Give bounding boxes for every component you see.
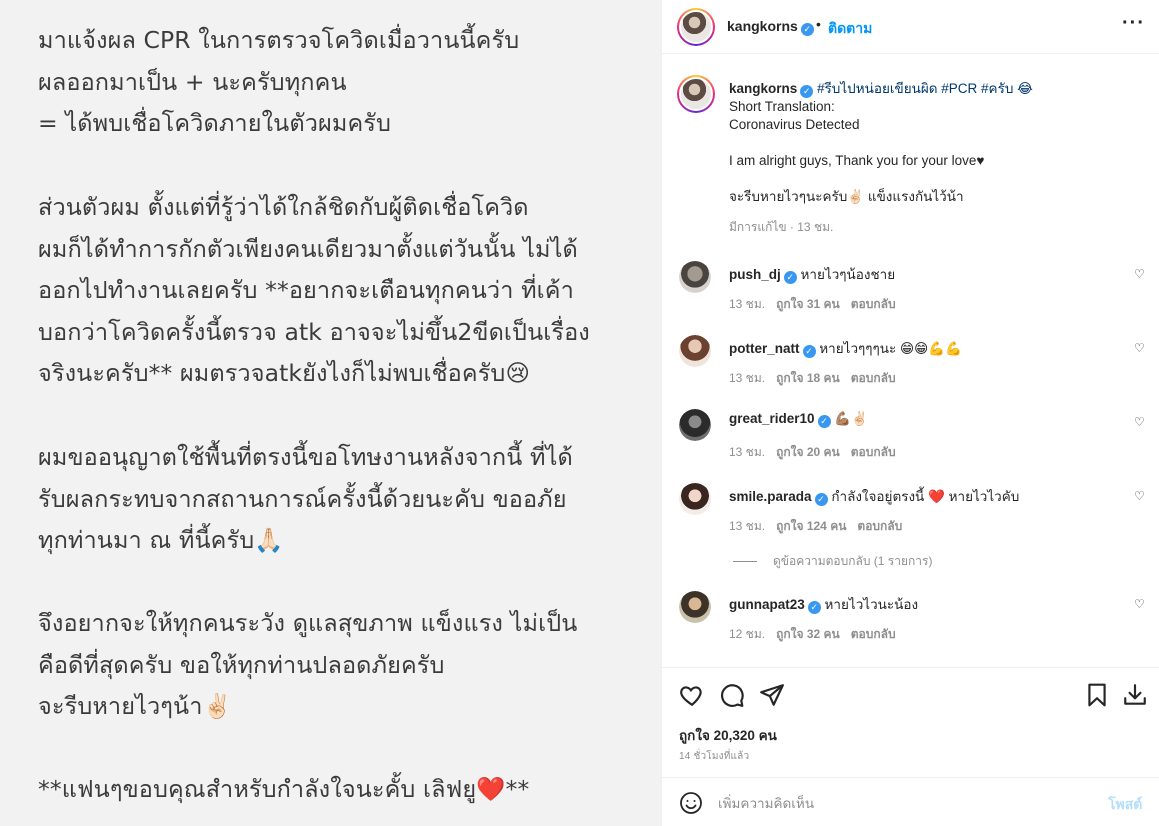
caption: kangkorns ✓ #รีบไปหน่อยเขียนผิด #PCR #ครั…	[729, 80, 1139, 236]
comment-text: หายไวไวนะน้อง	[824, 597, 919, 612]
save-icon[interactable]	[1084, 682, 1110, 708]
post-text-line: = ได้พบเชื่อโควิดภายในตัวผมครับ	[38, 109, 392, 137]
comment-text: หายไวๆน้องชาย	[800, 267, 896, 282]
heart-icon[interactable]	[679, 682, 705, 708]
comment-like-heart-icon[interactable]: ♡	[1134, 267, 1145, 281]
verified-badge-icon: ✓	[800, 84, 814, 98]
post-text-line: จะรีบหายไวๆน้า✌🏻	[38, 692, 232, 720]
emoji-icon[interactable]	[679, 791, 703, 815]
comment-item: push_dj ✓ หายไวๆน้องชาย 13 ชม. ถูกใจ 31 คน…	[662, 261, 1159, 321]
comment-item: great_rider10 ✓ 💪🏽✌🏻 13 ชม. ถูกใจ 20 คน ตอบ…	[662, 409, 1159, 469]
comment-like-heart-icon[interactable]: ♡	[1134, 341, 1145, 355]
comment-time[interactable]: 13 ชม.	[729, 519, 765, 533]
post-text-line: ผลออกมาเป็น + นะครับทุกคน	[38, 67, 347, 96]
comment-icon[interactable]	[719, 682, 745, 708]
verified-badge-icon: ✓	[783, 271, 797, 284]
add-comment-bar: โพสต์	[662, 777, 1159, 826]
comment-text: หายไวๆๆๆนะ 😁😁💪💪	[819, 341, 962, 356]
comment-like-heart-icon[interactable]: ♡	[1134, 489, 1145, 503]
separator-dot: •	[816, 16, 821, 32]
post-comment-button[interactable]: โพสต์	[1108, 794, 1142, 816]
post-text-line: คือดีที่สุดครับ ขอให้ทุกท่านปลอดภัยครับ	[38, 650, 445, 679]
reply-button[interactable]: ตอบกลับ	[851, 445, 896, 459]
verified-badge-icon: ✓	[817, 415, 831, 428]
commenter-avatar[interactable]	[679, 591, 711, 623]
replies-dash	[733, 561, 757, 563]
likes-count[interactable]: ถูกใจ 20,320 คน	[679, 724, 777, 746]
comment-like-heart-icon[interactable]: ♡	[1134, 597, 1145, 611]
post-paragraph-2: ส่วนตัวผม ตั้งแต่ที่รู้ว่าได้ใกล้ชิดกับผ…	[38, 187, 638, 395]
commenter-username[interactable]: smile.parada	[729, 489, 812, 504]
verified-badge-icon: ✓	[802, 345, 816, 358]
post-text-line: บอกว่าโควิดครั้งนี้ตรวจ atk อาจจะไม่ขึ้น…	[38, 317, 590, 346]
post-text-line: ส่วนตัวผม ตั้งแต่ที่รู้ว่าได้ใกล้ชิดกับผ…	[38, 193, 529, 221]
verified-badge-icon: ✓	[814, 493, 828, 506]
post-text-line: **แฟนๆขอบคุณสำหรับกำลังใจนะคั้บ เลิฟยู❤️…	[38, 775, 530, 803]
commenter-avatar[interactable]	[679, 335, 711, 367]
reply-button[interactable]: ตอบกลับ	[851, 627, 896, 641]
verified-badge-icon: ✓	[807, 601, 821, 614]
caption-meta: มีการแก้ไข · 13 ชม.	[729, 220, 834, 234]
comment-time[interactable]: 13 ชม.	[729, 297, 765, 311]
caption-line: Coronavirus Detected	[729, 117, 860, 132]
commenter-username[interactable]: gunnapat23	[729, 597, 805, 612]
post-paragraph-3: ผมขออนุญาตใช้พื้นที่ตรงนี้ขอโทษงานหลังจา…	[38, 437, 638, 562]
comment-like-heart-icon[interactable]: ♡	[1134, 415, 1145, 429]
post-text-line: จริงนะครับ** ผมตรวจatkยังไงก็ไม่พบเชื่อค…	[38, 359, 531, 387]
comment-likes[interactable]: ถูกใจ 20 คน	[776, 445, 840, 459]
commenter-avatar[interactable]	[679, 261, 711, 293]
caption-author-avatar[interactable]	[677, 75, 715, 113]
share-icon[interactable]	[759, 682, 785, 708]
commenter-avatar[interactable]	[679, 483, 711, 515]
caption-username[interactable]: kangkorns ✓	[729, 81, 814, 98]
comment-likes[interactable]: ถูกใจ 18 คน	[776, 371, 840, 385]
comment-time[interactable]: 13 ชม.	[729, 371, 765, 385]
author-username[interactable]: kangkorns ✓	[727, 18, 814, 36]
commenter-username[interactable]: push_dj	[729, 267, 781, 282]
follow-button[interactable]: ติดตาม	[828, 18, 872, 40]
comment-text: 💪🏽✌🏻	[834, 411, 868, 426]
post-paragraph-1: มาแจ้งผล CPR ในการตรวจโควิดเมื่อวานนี้คร…	[38, 20, 638, 145]
commenter-avatar[interactable]	[679, 409, 711, 441]
caption-hashtags[interactable]: #รีบไปหน่อยเขียนผิด #PCR #ครับ 😂	[817, 81, 1033, 96]
comment-likes[interactable]: ถูกใจ 124 คน	[776, 519, 846, 533]
caption-line: Short Translation:	[729, 99, 835, 114]
reply-button[interactable]: ตอบกลับ	[857, 519, 902, 533]
commenter-username[interactable]: potter_natt	[729, 341, 800, 356]
comment-item: potter_natt ✓ หายไวๆๆๆนะ 😁😁💪💪 13 ชม. ถูกใจ…	[662, 335, 1159, 395]
caption-line: I am alright guys, Thank you for your lo…	[729, 153, 985, 168]
author-avatar[interactable]	[677, 8, 715, 46]
post-text-line: ออกไปทำงานเลยครับ **อยากจะเตือนทุกคนว่า …	[38, 276, 574, 304]
commenter-username[interactable]: great_rider10	[729, 411, 815, 426]
post-paragraph-4: จึงอยากจะให้ทุกคนระวัง ดูแลสุขภาพ แข็งแร…	[38, 603, 638, 728]
caption-line: จะรีบหายไวๆนะครับ✌🏻 แข็งแรงกันไว้น้า	[729, 189, 964, 204]
action-bar: ถูกใจ 20,320 คน 14 ชั่วโมงที่แล้ว	[662, 667, 1159, 777]
comment-item: gunnapat23 ✓ หายไวไวนะน้อง 12 ชม. ถูกใจ 32…	[662, 591, 1159, 651]
post-text-line: ผมขออนุญาตใช้พื้นที่ตรงนี้ขอโทษงานหลังจา…	[38, 443, 573, 471]
comment-likes[interactable]: ถูกใจ 31 คน	[776, 297, 840, 311]
post-image[interactable]: มาแจ้งผล CPR ในการตรวจโควิดเมื่อวานนี้คร…	[0, 0, 661, 826]
post-text-line: ผมก็ได้ทำการกักตัวเพียงคนเดียวมาตั้งแต่ว…	[38, 234, 578, 263]
more-options-icon[interactable]: ···	[1122, 12, 1145, 35]
comment-input[interactable]	[718, 792, 1088, 814]
post-text-line: ทุกท่านมา ณ ที่นี้ครับ🙏🏻	[38, 526, 284, 554]
post-detail-panel: kangkorns ✓ • ติดตาม ··· kangkorns ✓ #รีบไ…	[661, 0, 1159, 826]
post-header: kangkorns ✓ • ติดตาม ···	[662, 0, 1159, 54]
post-text-line: จึงอยากจะให้ทุกคนระวัง ดูแลสุขภาพ แข็งแร…	[38, 609, 578, 637]
comment-item: smile.parada ✓ กำลังใจอยู่ตรงนี้ ❤️ หายไว…	[662, 483, 1159, 543]
comment-likes[interactable]: ถูกใจ 32 คน	[776, 627, 840, 641]
reply-button[interactable]: ตอบกลับ	[851, 371, 896, 385]
comment-time[interactable]: 12 ชม.	[729, 627, 765, 641]
reply-button[interactable]: ตอบกลับ	[851, 297, 896, 311]
view-replies-button[interactable]: ดูข้อความตอบกลับ (1 รายการ)	[733, 552, 932, 571]
comment-text: กำลังใจอยู่ตรงนี้ ❤️ หายไวไวคับ	[831, 489, 1020, 504]
download-icon[interactable]	[1122, 682, 1148, 708]
post-text-line: มาแจ้งผล CPR ในการตรวจโควิดเมื่อวานนี้คร…	[38, 26, 520, 54]
post-time[interactable]: 14 ชั่วโมงที่แล้ว	[679, 749, 749, 764]
comment-time[interactable]: 13 ชม.	[729, 445, 765, 459]
post-paragraph-5: **แฟนๆขอบคุณสำหรับกำลังใจนะคั้บ เลิฟยู❤️…	[38, 769, 638, 811]
verified-badge-icon: ✓	[800, 23, 814, 36]
post-text-line: รับผลกระทบจากสถานการณ์ครั้งนี้ด้วยนะคับ …	[38, 484, 567, 513]
